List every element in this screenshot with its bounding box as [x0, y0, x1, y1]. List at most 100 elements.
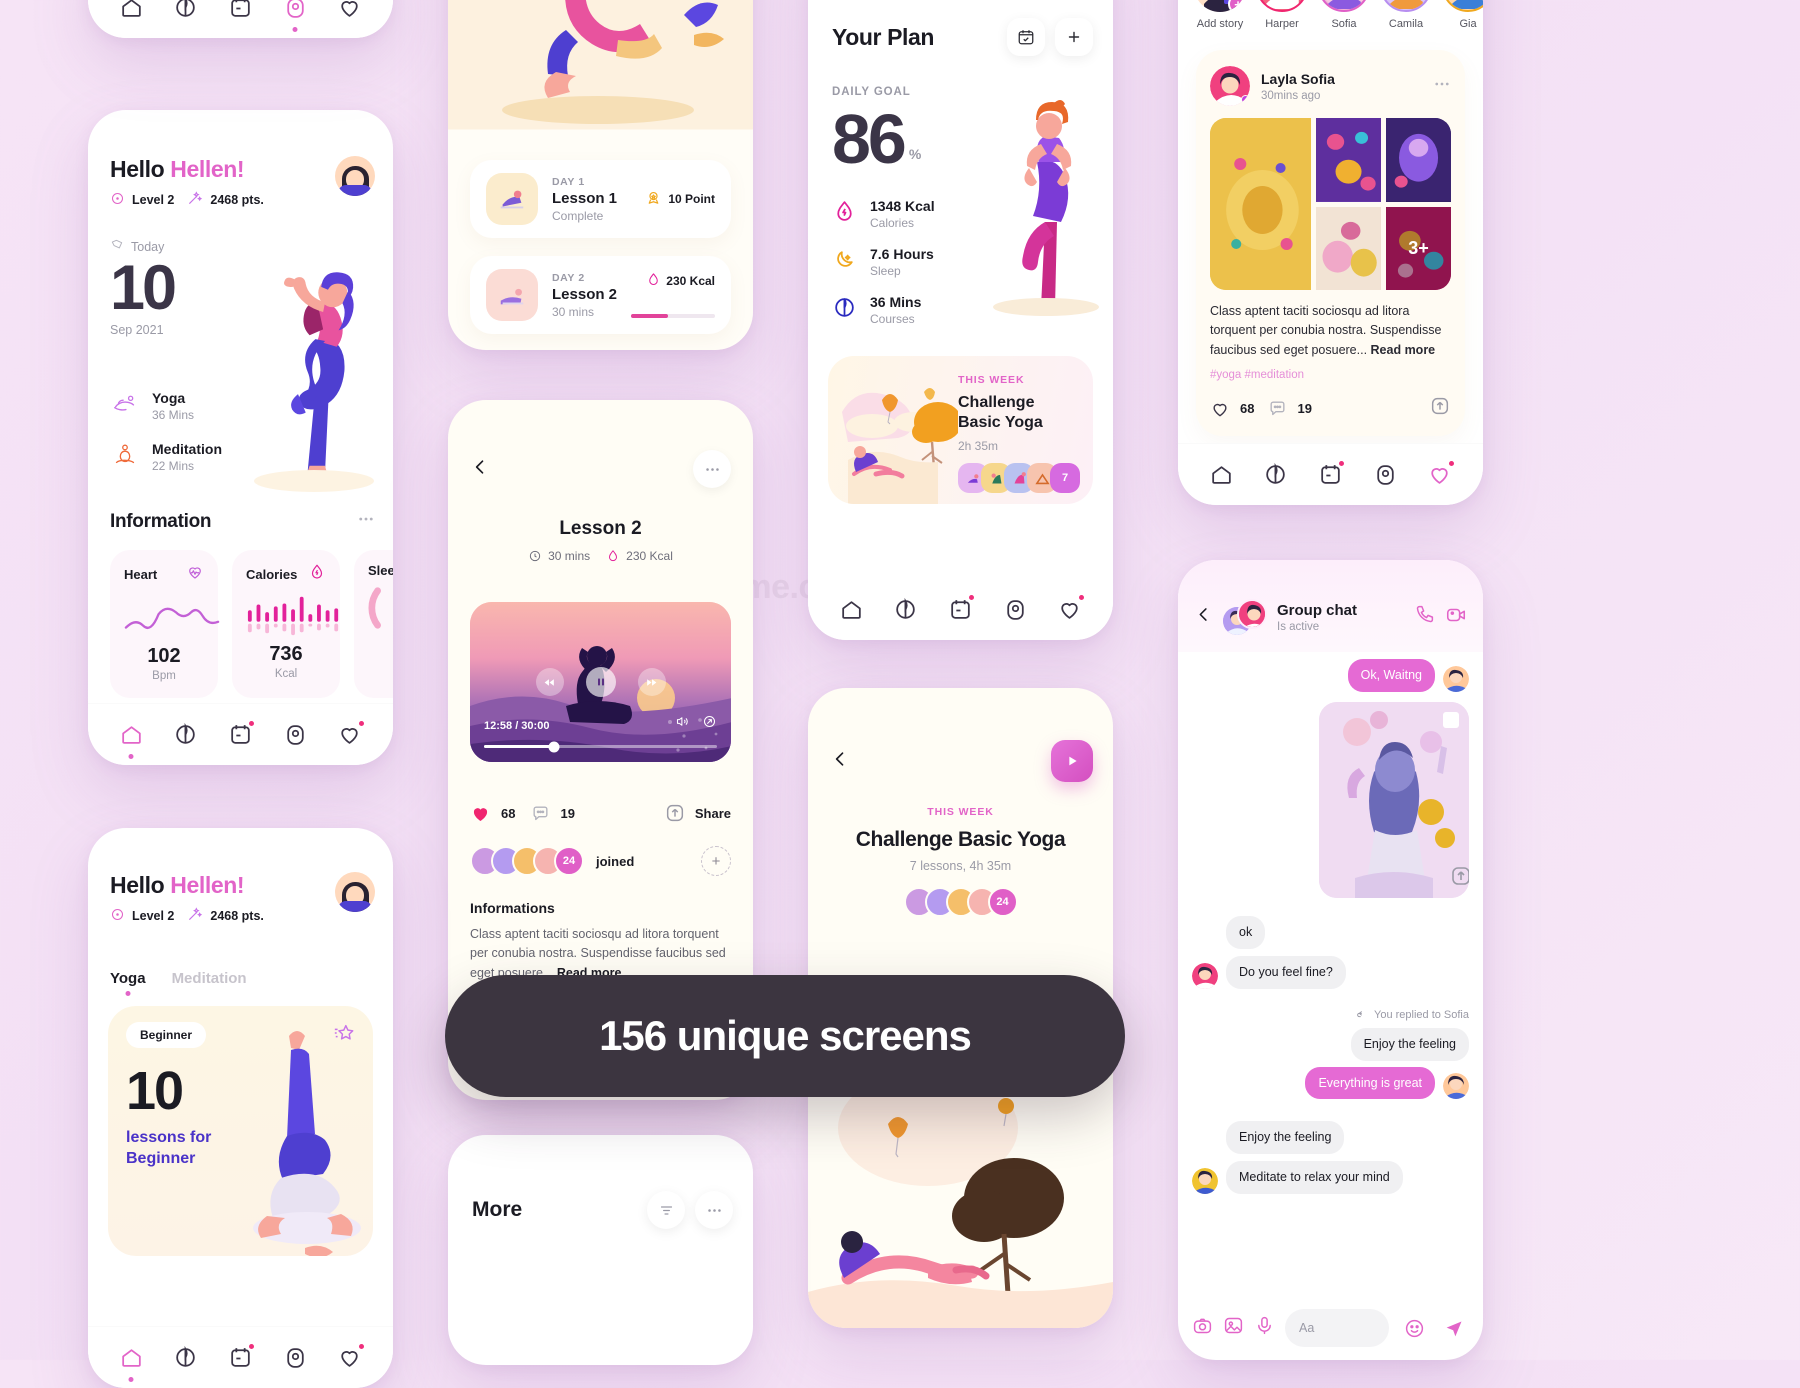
nav-heart-icon[interactable]	[335, 1341, 366, 1373]
message-image[interactable]	[1319, 701, 1469, 898]
rewind-button[interactable]	[535, 668, 564, 696]
nav-heart-icon[interactable]	[335, 718, 366, 750]
nav-target-icon[interactable]	[1370, 460, 1400, 490]
add-button[interactable]	[1055, 18, 1093, 56]
avatar[interactable]	[335, 156, 375, 196]
filter-button[interactable]	[647, 1191, 685, 1229]
nav-calendar-icon[interactable]	[225, 718, 257, 750]
more-dots-button[interactable]	[693, 450, 731, 488]
fullscreen-icon[interactable]	[702, 714, 717, 734]
emoji-icon[interactable]	[1399, 1313, 1429, 1343]
beginner-course-card[interactable]: Beginner 10 lessons for Beginner	[108, 1006, 373, 1256]
lesson-row-1[interactable]: DAY 1 Lesson 1 Complete 10 Point	[470, 160, 731, 238]
lesson-row-2[interactable]: DAY 2 Lesson 2 30 mins 230 Kcal	[470, 256, 731, 334]
comment-group[interactable]: 19	[531, 804, 575, 823]
weekly-challenge-card[interactable]: THIS WEEK Challenge Basic Yoga 2h 35m 7	[828, 356, 1093, 504]
nav-target-icon[interactable]	[280, 720, 310, 750]
video-scrubber[interactable]	[484, 741, 717, 752]
gallery-icon[interactable]	[1223, 1315, 1244, 1341]
comment-group[interactable]: 19	[1268, 399, 1312, 418]
nav-home-icon[interactable]	[116, 0, 146, 23]
nav-target-icon[interactable]	[1000, 594, 1030, 624]
more-dots-icon[interactable]	[357, 510, 375, 533]
story-harper[interactable]: Harper	[1254, 0, 1310, 30]
challenge-pose-chips[interactable]: 7	[958, 463, 1083, 493]
screen-home-tabs: Hello Hellen! Level 2 2468 pts. Yoga Med…	[88, 828, 393, 1388]
post-media-5: 3+	[1385, 206, 1451, 290]
share-button[interactable]	[1429, 395, 1451, 422]
more-dots-button[interactable]	[695, 1191, 733, 1229]
story-camila[interactable]: Camila	[1378, 0, 1434, 30]
more-dots-icon[interactable]	[1433, 75, 1451, 98]
back-button[interactable]	[1194, 605, 1213, 629]
chat-avatar-group[interactable]	[1223, 599, 1267, 635]
message-input[interactable]: Aa	[1285, 1309, 1389, 1347]
nav-heart-icon[interactable]	[1055, 593, 1086, 624]
send-icon[interactable]	[1439, 1313, 1469, 1343]
nav-chart-icon[interactable]	[171, 0, 201, 23]
plan-stat-sleep: 7.6 Hours Sleep	[832, 246, 935, 278]
stat-card-heart[interactable]: Heart 102 Bpm	[110, 550, 220, 698]
nav-home-icon[interactable]	[116, 720, 146, 759]
nav-calendar-icon[interactable]	[225, 1341, 257, 1373]
nav-home-icon[interactable]	[836, 594, 866, 624]
video-timecode: 12:58 / 30:00	[484, 720, 550, 732]
story-name: Harper	[1265, 18, 1299, 30]
nav-chart-icon[interactable]	[171, 720, 201, 750]
nav-heart-icon[interactable]	[335, 0, 366, 23]
feed-post: Layla Sofia 30mins ago 3+ Class aptent t…	[1196, 50, 1465, 437]
like-group[interactable]: 68	[1210, 399, 1254, 419]
nav-target-icon[interactable]	[280, 0, 310, 32]
plan-stats: 1348 Kcal Calories 7.6 Hours Sleep 36 Mi…	[832, 198, 935, 326]
video-icon[interactable]	[1445, 604, 1467, 631]
nav-home-icon[interactable]	[116, 1343, 146, 1382]
volume-icon[interactable]	[675, 714, 690, 734]
forward-button[interactable]	[637, 668, 666, 696]
nav-calendar-icon[interactable]	[945, 593, 977, 624]
plan-stat-label: Courses	[870, 312, 915, 326]
message-bubble: Everything is great	[1305, 1066, 1435, 1100]
avatar[interactable]	[335, 872, 375, 912]
nav-chart-icon[interactable]	[891, 594, 921, 624]
tab-yoga[interactable]: Yoga	[110, 970, 146, 987]
nav-target-icon[interactable]	[280, 1343, 310, 1373]
story-sofia[interactable]: Sofia	[1316, 0, 1372, 30]
challenge-joined-avatars[interactable]: 24	[903, 887, 1018, 917]
nav-chart-icon[interactable]	[1261, 460, 1291, 490]
nav-calendar-icon[interactable]	[225, 0, 257, 23]
back-button[interactable]	[830, 749, 850, 774]
pause-button[interactable]	[585, 667, 616, 697]
camera-icon[interactable]	[1192, 1315, 1213, 1341]
nav-home-icon[interactable]	[1206, 460, 1236, 490]
lesson-progress-fill	[631, 314, 668, 318]
read-more-link[interactable]: Read more	[1371, 343, 1436, 357]
image-upload-button[interactable]	[1449, 864, 1469, 893]
yoga-illustration	[240, 240, 385, 500]
mic-icon[interactable]	[1254, 1315, 1275, 1341]
nav-chart-icon[interactable]	[171, 1343, 201, 1373]
story-gia[interactable]: Gia	[1440, 0, 1483, 30]
stat-card-calories[interactable]: Calories 736 Kcal	[232, 550, 340, 698]
phone-icon[interactable]	[1414, 604, 1435, 630]
like-group[interactable]: 68	[470, 803, 515, 824]
plan-yoga-illustration	[987, 72, 1107, 332]
video-player[interactable]: 12:58 / 30:00	[470, 602, 731, 762]
post-author-avatar[interactable]	[1210, 66, 1250, 106]
post-tags[interactable]: #yoga #meditation	[1210, 369, 1451, 381]
stat-card-sleep[interactable]: Sleep 7.6 Hours	[354, 550, 393, 698]
tab-meditation[interactable]: Meditation	[172, 970, 247, 987]
nav-calendar-icon[interactable]	[1315, 458, 1347, 490]
daily-goal-unit: %	[908, 146, 922, 162]
joined-avatars[interactable]: 24	[470, 846, 584, 876]
back-button[interactable]	[470, 457, 490, 482]
calendar-check-button[interactable]	[1007, 18, 1045, 56]
share-button[interactable]: Share	[664, 802, 731, 824]
play-button[interactable]	[1051, 740, 1093, 782]
nav-heart-icon[interactable]	[1425, 458, 1456, 490]
post-media-grid[interactable]: 3+	[1210, 118, 1451, 290]
activity-item-meditation[interactable]: Meditation 22 Mins	[110, 439, 222, 474]
add-participant-button[interactable]: +	[701, 846, 731, 876]
activity-item-yoga[interactable]: Yoga 36 Mins	[110, 388, 222, 423]
story-add[interactable]: + Add story	[1192, 0, 1248, 30]
player-meta: 30 mins 230 Kcal	[448, 549, 753, 563]
